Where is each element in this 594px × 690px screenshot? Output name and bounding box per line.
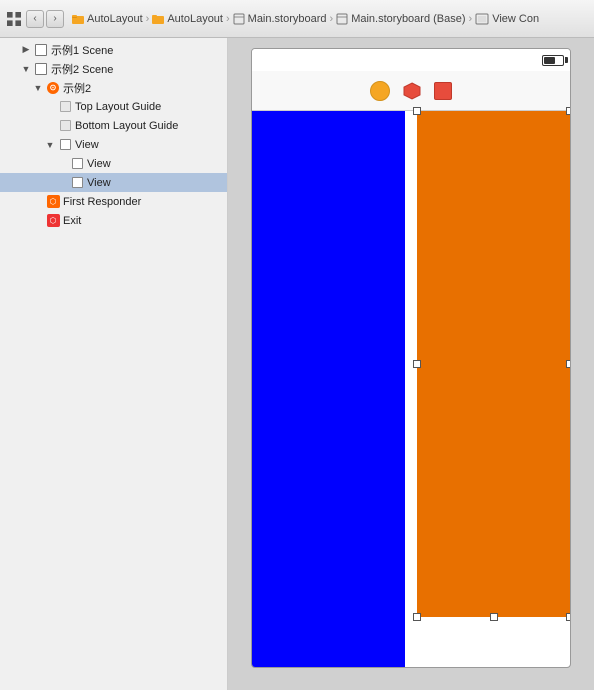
storyboard-base-icon xyxy=(336,13,348,25)
disclosure-view-parent[interactable] xyxy=(44,139,56,151)
red-toolbar-icon1[interactable] xyxy=(402,81,422,101)
canvas-area xyxy=(228,38,594,690)
top-layout-guide-icon xyxy=(58,100,72,114)
breadcrumb-item-mainstoryboard-base[interactable]: Main.storyboard (Base) xyxy=(336,13,465,25)
battery-fill xyxy=(544,57,555,64)
view-child1-icon xyxy=(70,157,84,171)
disclosure-example2[interactable] xyxy=(32,82,44,94)
main-layout: 示例1 Scene 示例2 Scene ⊙ 示例2 Top Layout Gui… xyxy=(0,38,594,690)
orange-toolbar-button[interactable] xyxy=(370,81,390,101)
storyboard-icon xyxy=(233,13,245,25)
handle-top-right[interactable] xyxy=(566,107,571,115)
scene1-label: 示例1 Scene xyxy=(51,42,113,58)
example2-icon: ⊙ xyxy=(46,81,60,95)
nav-arrows[interactable]: ‹ › xyxy=(26,10,64,28)
sidebar-item-view-child1[interactable]: View xyxy=(0,154,227,173)
sidebar: 示例1 Scene 示例2 Scene ⊙ 示例2 Top Layout Gui… xyxy=(0,38,228,690)
grid-icon xyxy=(6,11,22,27)
first-responder-label: First Responder xyxy=(63,196,141,208)
red-toolbar-icon2[interactable] xyxy=(434,82,452,100)
toolbar-breadcrumb: ‹ › AutoLayout › AutoLayout › M xyxy=(0,0,594,38)
iphone-toolbar xyxy=(252,71,570,111)
bottom-layout-guide-label: Bottom Layout Guide xyxy=(75,120,178,132)
example2-label: 示例2 xyxy=(63,80,91,96)
iphone-status-bar xyxy=(252,49,570,71)
disclosure-scene1[interactable] xyxy=(20,44,32,56)
exit-label: Exit xyxy=(63,215,81,227)
handle-mid-right[interactable] xyxy=(566,360,571,368)
iphone-frame[interactable] xyxy=(251,48,571,668)
battery-icon xyxy=(542,55,564,66)
view-child1-label: View xyxy=(87,158,111,170)
breadcrumb-item-mainstoryboard[interactable]: Main.storyboard xyxy=(233,13,327,25)
top-layout-guide-label: Top Layout Guide xyxy=(75,101,161,113)
folder-icon xyxy=(72,13,84,25)
breadcrumb-label: AutoLayout xyxy=(87,13,143,25)
iphone-content xyxy=(252,111,570,667)
sidebar-item-view-child2[interactable]: View xyxy=(0,173,227,192)
viewcon-icon xyxy=(475,13,489,25)
breadcrumb-label4: Main.storyboard (Base) xyxy=(351,13,465,25)
first-responder-icon: ⬡ xyxy=(46,195,60,209)
exit-icon: ⬡ xyxy=(46,214,60,228)
folder-icon2 xyxy=(152,13,164,25)
handle-mid-left[interactable] xyxy=(413,360,421,368)
orange-view[interactable] xyxy=(417,111,570,617)
view-parent-icon xyxy=(58,138,72,152)
handle-top-left[interactable] xyxy=(413,107,421,115)
breadcrumb: AutoLayout › AutoLayout › Main.storyboar… xyxy=(72,13,539,25)
bottom-layout-guide-icon xyxy=(58,119,72,133)
sidebar-item-first-responder[interactable]: ⬡ First Responder xyxy=(0,192,227,211)
sidebar-item-scene1[interactable]: 示例1 Scene xyxy=(0,40,227,59)
back-arrow[interactable]: ‹ xyxy=(26,10,44,28)
breadcrumb-item-autolayout2[interactable]: AutoLayout xyxy=(152,13,223,25)
breadcrumb-label3: Main.storyboard xyxy=(248,13,327,25)
sidebar-item-top-layout-guide[interactable]: Top Layout Guide xyxy=(0,97,227,116)
breadcrumb-label5: View Con xyxy=(492,13,539,25)
blue-view[interactable] xyxy=(252,111,405,667)
disclosure-scene2[interactable] xyxy=(20,63,32,75)
scene1-icon xyxy=(34,43,48,57)
handle-bottom-right[interactable] xyxy=(566,613,571,621)
view-child2-label: View xyxy=(87,177,111,189)
scene2-icon xyxy=(34,62,48,76)
sidebar-item-example2[interactable]: ⊙ 示例2 xyxy=(0,78,227,97)
breadcrumb-label2: AutoLayout xyxy=(167,13,223,25)
sidebar-item-bottom-layout-guide[interactable]: Bottom Layout Guide xyxy=(0,116,227,135)
sidebar-item-view-parent[interactable]: View xyxy=(0,135,227,154)
handle-bottom-left[interactable] xyxy=(413,613,421,621)
breadcrumb-item-autolayout1[interactable]: AutoLayout xyxy=(72,13,143,25)
view-parent-label: View xyxy=(75,139,99,151)
forward-arrow[interactable]: › xyxy=(46,10,64,28)
sidebar-item-scene2[interactable]: 示例2 Scene xyxy=(0,59,227,78)
view-child2-icon xyxy=(70,176,84,190)
sidebar-item-exit[interactable]: ⬡ Exit xyxy=(0,211,227,230)
handle-bottom-mid[interactable] xyxy=(490,613,498,621)
breadcrumb-item-viewcon[interactable]: View Con xyxy=(475,13,539,25)
scene2-label: 示例2 Scene xyxy=(51,61,113,77)
